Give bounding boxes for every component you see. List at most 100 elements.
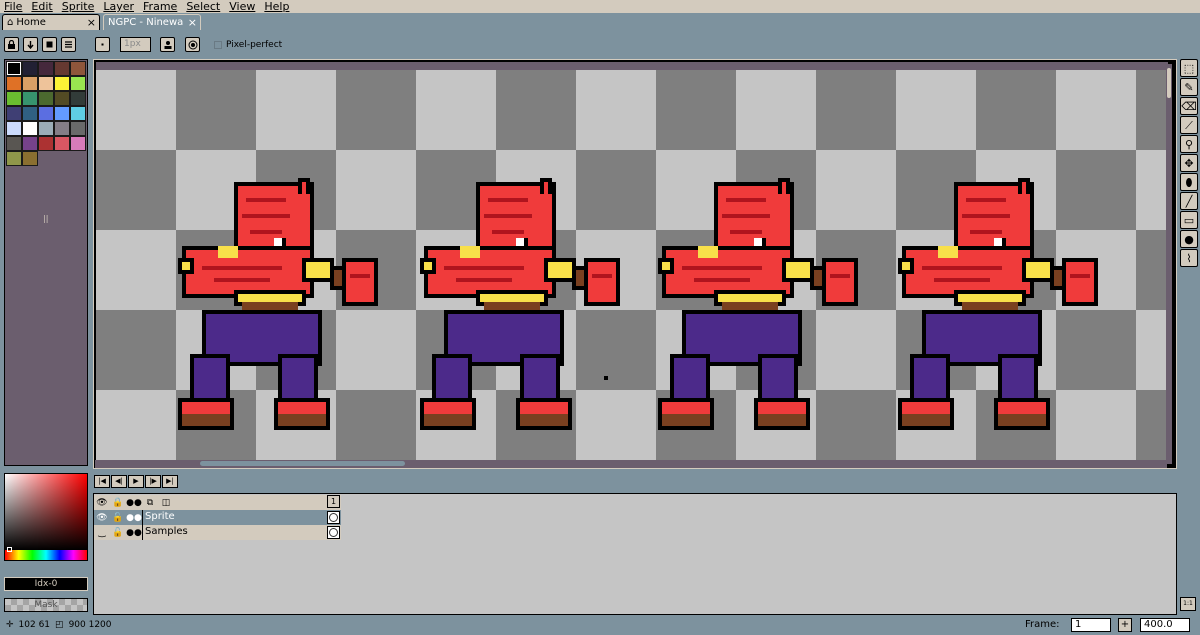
tab-sprite-file[interactable]: NGPC - Ninewa × [103, 14, 201, 30]
ink-icon[interactable] [160, 37, 175, 52]
saturation-value-area[interactable] [5, 474, 87, 550]
tab-home[interactable]: ⌂ Home × [2, 14, 100, 30]
lock-icon[interactable] [4, 37, 19, 52]
move-icon[interactable]: ✥ [1180, 154, 1198, 172]
brush-type-icon[interactable] [95, 37, 110, 52]
color-picker-handle[interactable] [7, 547, 12, 552]
menu-layer[interactable]: Layer [103, 0, 134, 13]
timeline-zoom-icon[interactable]: 1:1 [1180, 597, 1196, 611]
palette-swatch[interactable] [6, 61, 22, 76]
line-icon[interactable]: ╱ [1180, 192, 1198, 210]
frame-input[interactable]: 1 [1071, 618, 1111, 632]
ellipse-icon[interactable]: ● [1180, 230, 1198, 248]
cel-sprite-frame-1[interactable] [327, 511, 340, 524]
continuous-icon[interactable]: ●● [126, 498, 142, 508]
color-picker[interactable] [4, 473, 88, 561]
brush-size-input[interactable]: 1px [120, 37, 151, 52]
palette-swatch[interactable] [70, 61, 86, 76]
palette-swatch[interactable] [54, 136, 70, 151]
add-frame-button[interactable]: + [1118, 618, 1132, 632]
palette-swatch[interactable] [70, 121, 86, 136]
pixel-perfect-checkbox[interactable] [214, 41, 222, 49]
blur-icon[interactable]: ⌇ [1180, 249, 1198, 267]
palette-swatch[interactable] [70, 136, 86, 151]
padlock-icon[interactable]: 🔓 [110, 528, 126, 538]
frame-number-header[interactable]: 1 [327, 495, 340, 508]
palette-swatch[interactable] [6, 91, 22, 106]
eraser-icon[interactable]: ⌫ [1180, 97, 1198, 115]
first-frame-icon[interactable]: |◀ [94, 475, 110, 488]
palette-swatch[interactable] [22, 91, 38, 106]
palette-swatch[interactable] [70, 76, 86, 91]
padlock-icon[interactable]: 🔓 [110, 513, 126, 523]
zoom-input[interactable]: 400.0 [1140, 618, 1190, 632]
continuous-icon[interactable]: ●● [126, 513, 142, 523]
palette-swatch[interactable] [6, 121, 22, 136]
palette-swatch[interactable] [6, 76, 22, 91]
play-icon[interactable]: ▶ [128, 475, 144, 488]
palette-swatch[interactable] [38, 106, 54, 121]
eye-icon[interactable]: 👁 [94, 498, 110, 508]
palette-swatch[interactable] [54, 121, 70, 136]
palette-swatch[interactable] [38, 61, 54, 76]
palette-panel: || [4, 59, 88, 466]
menu-view[interactable]: View [229, 0, 255, 13]
vertical-scroll-thumb[interactable] [1167, 68, 1171, 98]
palette-swatch[interactable] [22, 136, 38, 151]
hue-slider[interactable] [5, 550, 87, 560]
palette-swatch[interactable] [22, 61, 38, 76]
menu-select[interactable]: Select [186, 0, 220, 13]
canvas-top-strip [96, 62, 1168, 70]
cel-samples-frame-1[interactable] [327, 526, 340, 539]
palette-swatch[interactable] [22, 76, 38, 91]
eye-icon[interactable]: 👁 [94, 513, 110, 523]
palette-swatch[interactable] [22, 106, 38, 121]
next-frame-icon[interactable]: |▶ [145, 475, 161, 488]
palette-swatch[interactable] [6, 151, 22, 166]
palette-swatch[interactable] [6, 106, 22, 121]
prev-frame-icon[interactable]: ◀| [111, 475, 127, 488]
palette-swatch[interactable] [70, 106, 86, 121]
onion-skin-icon[interactable]: ◫ [158, 498, 174, 508]
color-index-box[interactable]: Idx-0 [4, 577, 88, 591]
menu-help[interactable]: Help [264, 0, 289, 13]
arrow-down-icon[interactable] [23, 37, 38, 52]
menu-file[interactable]: File [4, 0, 22, 13]
palette-swatch[interactable] [70, 91, 86, 106]
palette-swatch[interactable] [22, 151, 38, 166]
paint-bucket-icon[interactable]: ⬮ [1180, 173, 1198, 191]
palette-swatch[interactable] [54, 91, 70, 106]
layer-row-sprite[interactable]: 👁 🔓 ●● Sprite [94, 510, 341, 525]
pencil-icon[interactable]: ✎ [1180, 78, 1198, 96]
palette-swatch[interactable] [38, 136, 54, 151]
mask-color-box[interactable]: Mask [4, 598, 88, 612]
close-icon[interactable]: × [188, 16, 197, 29]
palette-swatch[interactable] [38, 76, 54, 91]
palette-swatch[interactable] [54, 61, 70, 76]
last-frame-icon[interactable]: ▶| [162, 475, 178, 488]
padlock-icon[interactable]: 🔒 [110, 498, 126, 508]
layer-group-icon[interactable]: ⧉ [142, 498, 158, 508]
vertical-scrollbar[interactable] [1166, 64, 1172, 464]
menu-frame[interactable]: Frame [143, 0, 177, 13]
close-icon[interactable]: × [87, 16, 96, 29]
palette-swatch[interactable] [38, 91, 54, 106]
eyedropper-icon[interactable]: ⟋ [1180, 116, 1198, 134]
palette-swatch[interactable] [6, 136, 22, 151]
palette-swatch[interactable] [54, 106, 70, 121]
marquee-icon[interactable]: ⬚ [1180, 59, 1198, 77]
menu-lines-icon[interactable] [61, 37, 76, 52]
menu-sprite[interactable]: Sprite [62, 0, 95, 13]
layer-row-samples[interactable]: ‿ 🔓 ●● Samples [94, 525, 341, 540]
palette-swatch[interactable] [54, 76, 70, 91]
palette-swatch[interactable] [38, 121, 54, 136]
dynamics-icon[interactable] [185, 37, 200, 52]
eye-closed-icon[interactable]: ‿ [94, 528, 110, 538]
palette-swatch[interactable] [22, 121, 38, 136]
square-icon[interactable] [42, 37, 57, 52]
zoom-icon[interactable]: ⚲ [1180, 135, 1198, 153]
continuous-icon[interactable]: ●● [126, 528, 142, 538]
menu-edit[interactable]: Edit [31, 0, 52, 13]
horizontal-scroll-thumb[interactable] [200, 461, 405, 466]
rectangle-icon[interactable]: ▭ [1180, 211, 1198, 229]
